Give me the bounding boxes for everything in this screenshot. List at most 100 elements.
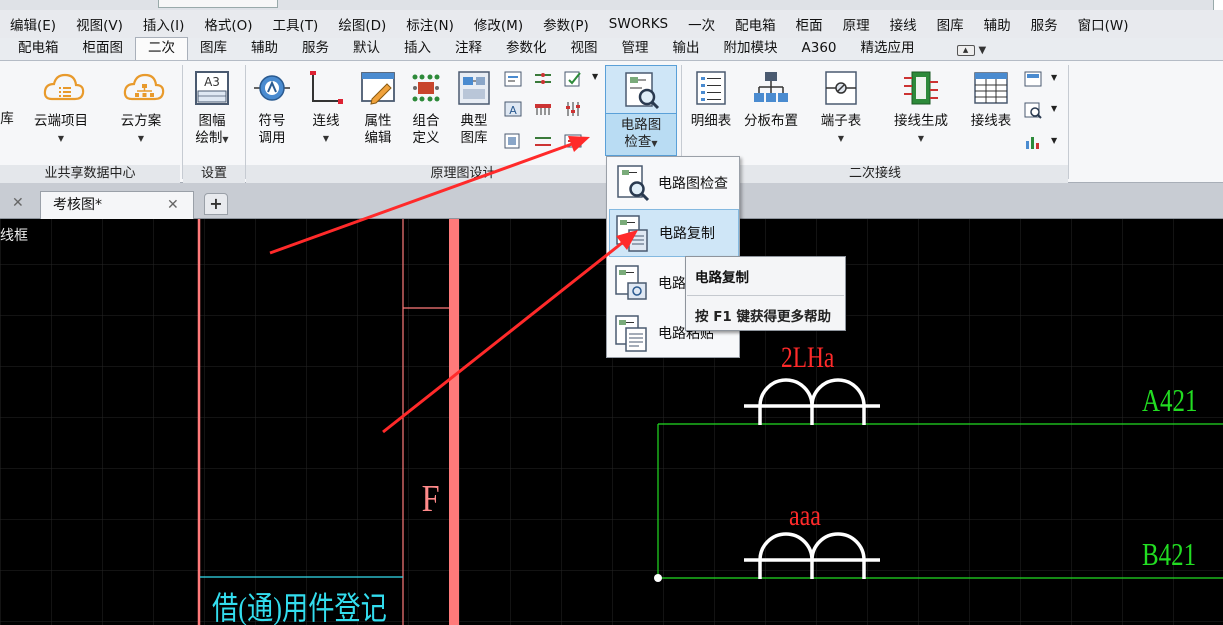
circuit-check-button-top[interactable] <box>605 65 677 114</box>
ribbon-tab[interactable]: 配电箱 <box>6 38 71 60</box>
label-a421: A421 <box>1142 382 1198 418</box>
new-tab-button[interactable]: + <box>204 193 228 215</box>
wire-button[interactable]: 连线 ▼ <box>304 69 348 147</box>
cloud-project-button[interactable]: 云端项目 ▼ <box>28 69 94 147</box>
dropdown-arrow-icon: ▼ <box>837 134 845 143</box>
ribbon-tab[interactable]: 辅助 <box>239 38 290 60</box>
menu-item[interactable]: 视图(V) <box>66 14 133 34</box>
wiring-generate-button[interactable]: 接线生成 ▼ <box>886 69 956 147</box>
menu-item[interactable]: 插入(I) <box>133 14 195 34</box>
dropdown-arrow-icon[interactable]: ▼ <box>1051 73 1057 82</box>
menu-item[interactable]: 接线 <box>880 14 927 34</box>
small-tool-icon[interactable] <box>1023 133 1043 151</box>
menu-item[interactable]: 标注(N) <box>396 14 464 34</box>
symbol-call-button[interactable]: 符号 调用 <box>250 69 294 147</box>
menu-item[interactable]: 格式(O) <box>194 14 262 34</box>
ribbon-tab[interactable]: 默认 <box>341 38 392 60</box>
ribbon-tab[interactable]: 图库 <box>188 38 239 60</box>
ribbon-tab[interactable]: 输出 <box>661 38 712 60</box>
menu-item[interactable]: 一次 <box>678 14 725 34</box>
dropdown-arrow-icon: ▼ <box>917 134 925 143</box>
small-tool-icon[interactable] <box>563 100 583 118</box>
small-tool-icon[interactable] <box>533 100 553 118</box>
menu-item[interactable]: 工具(T) <box>263 14 329 34</box>
small-tool-icon[interactable] <box>533 132 553 150</box>
ribbon-tab[interactable]: 管理 <box>610 38 661 60</box>
circuit-check-button-dropdown[interactable]: 电路图 检查▼ <box>605 114 677 156</box>
small-tool-icon[interactable]: A <box>503 100 523 118</box>
small-tool-icon[interactable] <box>503 132 523 150</box>
ribbon-tab[interactable]: 服务 <box>290 38 341 60</box>
combo-define-button[interactable]: 组合 定义 <box>404 69 448 147</box>
canvas-label-frame: 线框 <box>0 228 28 244</box>
menu-item[interactable]: 原理 <box>833 14 880 34</box>
dropdown-arrow-icon[interactable]: ▼ <box>1051 104 1057 113</box>
ribbon-tab[interactable]: 参数化 <box>494 38 559 60</box>
ribbon-tab[interactable]: A360 <box>790 38 849 60</box>
plus-icon: + <box>209 194 223 213</box>
ribbon-tabs: 配电箱 柜面图 二次 图库 辅助 服务 默认 插入 注释 参数化 视图 管理 输出 附加模块 A360 精选应… <box>0 37 1223 61</box>
terminal-table-label: 端子表 <box>820 113 862 129</box>
attr-edit-button[interactable]: 属性 编辑 <box>356 69 400 147</box>
ribbon-minimize-control[interactable]: ▲ ▼ <box>956 40 986 60</box>
frame-a3-icon: A3 <box>193 69 231 107</box>
ribbon-tab[interactable]: 精选应用 <box>849 38 927 60</box>
close-icon[interactable]: ✕ <box>167 192 179 218</box>
tooltip-help: 按 F1 键获得更多帮助 <box>695 309 832 325</box>
ribbon-tab[interactable]: 视图 <box>559 38 610 60</box>
circuit-check-label-1: 电路图 <box>620 117 662 133</box>
menu-item[interactable]: 窗口(W) <box>1068 14 1139 34</box>
group-separator <box>245 65 246 179</box>
menu-item[interactable]: 编辑(E) <box>0 14 66 34</box>
tooltip: 电路复制 按 F1 键获得更多帮助 <box>685 256 846 331</box>
menu-item[interactable]: 配电箱 <box>725 14 786 34</box>
close-icon[interactable]: ✕ <box>12 195 24 211</box>
ribbon-tab[interactable]: 注释 <box>443 38 494 60</box>
menu-item[interactable]: 修改(M) <box>464 14 533 34</box>
dropdown-arrow-icon[interactable]: ▼ <box>1051 136 1057 145</box>
dropdown-item-circuit-check[interactable]: 电路图检查 <box>609 159 739 207</box>
dropdown-arrow-icon[interactable]: ▼ <box>592 72 598 81</box>
cloud-scheme-icon <box>122 69 165 107</box>
small-tool-icon[interactable] <box>1023 101 1043 119</box>
wire-corner-icon <box>307 69 345 107</box>
small-tool-icon[interactable] <box>1023 70 1043 88</box>
ribbon-tab[interactable]: 附加模块 <box>712 38 790 60</box>
terminal-table-icon <box>822 69 860 107</box>
small-tool-icon[interactable] <box>533 70 553 88</box>
typical-library-button[interactable]: 典型 图库 <box>452 69 496 147</box>
menu-item[interactable]: 参数(P) <box>533 14 599 34</box>
ribbon-tab[interactable]: 插入 <box>392 38 443 60</box>
small-tool-icon[interactable] <box>563 132 583 150</box>
cloud-scheme-button[interactable]: 云方案 ▼ <box>112 69 170 147</box>
combo-define-label-2: 定义 <box>412 130 440 146</box>
dropdown-item-label: 电路复制 <box>659 226 715 242</box>
frame-draw-button[interactable]: A3 图幅 绘制▼ <box>190 69 234 148</box>
menu-item[interactable]: 柜面 <box>786 14 833 34</box>
small-tool-icon[interactable] <box>563 70 583 88</box>
cloud-library-button-partial[interactable]: 库 <box>0 111 16 128</box>
dropdown-arrow-icon: ▼ <box>57 134 65 143</box>
terminal-table-button[interactable]: 端子表 ▼ <box>815 69 867 147</box>
board-layout-button[interactable]: 分板布置 <box>740 69 802 130</box>
attr-edit-label-1: 属性 <box>364 113 392 129</box>
small-tool-icon[interactable] <box>503 70 523 88</box>
wiring-table-button[interactable]: 接线表 <box>964 69 1018 130</box>
ribbon-tab[interactable]: 二次 <box>135 37 188 60</box>
ribbon-tab[interactable]: 柜面图 <box>71 38 136 60</box>
label-f: F <box>421 478 440 520</box>
dropdown-item-label: 电路图检查 <box>658 176 728 192</box>
menu-item[interactable]: SWORKS <box>599 16 678 32</box>
menu-item[interactable]: 图库 <box>927 14 974 34</box>
detail-list-button[interactable]: 明细表 <box>687 69 735 130</box>
menu-item[interactable]: 辅助 <box>974 14 1021 34</box>
dropdown-item-circuit-copy[interactable]: 电路复制 <box>609 209 739 257</box>
menu-item[interactable]: 服务 <box>1021 14 1068 34</box>
wire-label: 连线 <box>312 113 340 129</box>
dropdown-arrow-icon: ▼ <box>137 134 145 143</box>
document-tab-active[interactable]: 考核图* ✕ <box>40 191 194 219</box>
dropdown-item-label: 电路 <box>658 276 686 292</box>
label-aaa: aaa <box>789 499 821 532</box>
menu-item[interactable]: 绘图(D) <box>328 14 396 34</box>
group-separator <box>182 65 183 179</box>
